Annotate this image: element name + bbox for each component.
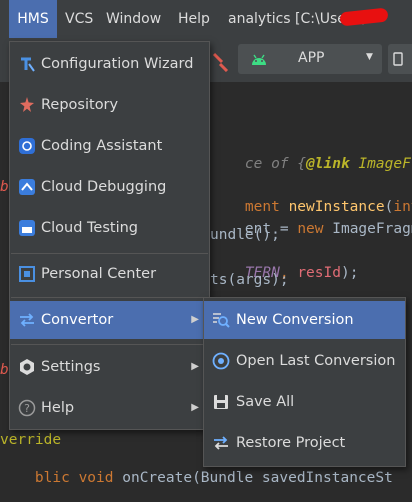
cloud-testing-icon: [19, 220, 35, 236]
settings-icon: [20, 359, 34, 375]
repository-icon: [20, 97, 34, 112]
chevron-down-icon: ▼: [366, 52, 373, 62]
coding-assistant-icon: [19, 138, 35, 154]
submenu-arrow-icon: ▶: [191, 361, 199, 372]
code-line: ce of {@link ImageFra: [244, 156, 412, 172]
convertor-submenu: New Conversion Open Last Conversion Save…: [203, 297, 406, 467]
svg-text:?: ?: [24, 402, 30, 415]
menu-separator: [11, 297, 208, 298]
code-line: ts(args);: [210, 272, 289, 288]
submenu-item-restore-project[interactable]: Restore Project: [204, 424, 405, 462]
convertor-icon: [20, 313, 34, 327]
hammer-icon[interactable]: [208, 50, 230, 72]
menu-item-help[interactable]: ? Help ▶: [10, 389, 209, 427]
menu-item-convertor[interactable]: Convertor ▶: [10, 301, 209, 339]
menu-hms-partial[interactable]: [0, 0, 8, 38]
submenu-item-new-conversion[interactable]: New Conversion: [204, 301, 405, 339]
run-config-label: APP: [298, 50, 325, 66]
new-conversion-icon: [213, 313, 230, 328]
phone-icon: [393, 52, 403, 66]
menu-item-settings[interactable]: Settings ▶: [10, 348, 209, 386]
menu-item-coding-assistant[interactable]: Coding Assistant: [10, 127, 209, 165]
android-icon: [252, 54, 266, 65]
menu-separator: [11, 253, 208, 254]
menu-vcs[interactable]: VCS: [65, 0, 93, 38]
menu-item-cloud-debugging[interactable]: Cloud Debugging: [10, 168, 209, 206]
save-icon: [214, 395, 228, 409]
personal-center-icon: [19, 266, 35, 282]
menu-window[interactable]: Window: [106, 0, 161, 38]
menu-bar: HMS VCS Window Help analytics [C:\Users\…: [0, 0, 412, 38]
help-icon: ?: [18, 399, 36, 417]
menu-hms-label: HMS: [17, 11, 49, 27]
open-last-conversion-icon: [212, 352, 230, 370]
margin-marker: b: [0, 179, 9, 195]
menu-item-personal-center[interactable]: Personal Center: [10, 255, 209, 293]
code-line: undle();: [210, 227, 280, 243]
menu-separator: [11, 344, 208, 345]
menu-item-configuration-wizard[interactable]: Configuration Wizard: [10, 45, 209, 83]
submenu-arrow-icon: ▶: [191, 402, 199, 413]
menu-item-cloud-testing[interactable]: Cloud Testing: [10, 209, 209, 247]
menu-help[interactable]: Help: [178, 0, 210, 38]
margin-marker: b: [0, 362, 9, 378]
cloud-debugging-icon: [19, 179, 35, 195]
submenu-item-open-last-conversion[interactable]: Open Last Conversion: [204, 342, 405, 380]
code-line: verride: [0, 432, 62, 448]
restore-project-icon: [214, 436, 228, 450]
menu-item-repository[interactable]: Repository: [10, 86, 209, 124]
menu-hms[interactable]: HMS: [9, 0, 57, 38]
submenu-item-save-all[interactable]: Save All: [204, 383, 405, 421]
run-config-select[interactable]: APP ▼: [238, 44, 382, 74]
configuration-wizard-icon: [21, 57, 35, 72]
device-select[interactable]: [388, 44, 412, 74]
hms-menu: Configuration Wizard Repository Coding A…: [9, 41, 210, 430]
submenu-arrow-icon: ▶: [191, 314, 199, 325]
